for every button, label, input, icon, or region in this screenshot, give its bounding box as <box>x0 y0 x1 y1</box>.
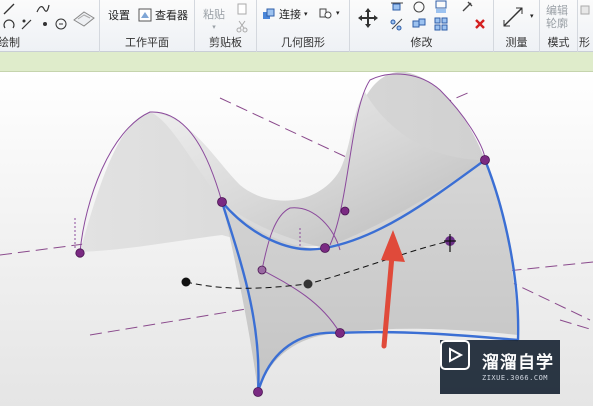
join-label: 连接 <box>279 8 301 21</box>
watermark-subtitle: ZIXUE.3066.COM <box>482 374 549 382</box>
draw-more-icon[interactable] <box>54 17 68 31</box>
edit-profile-button[interactable]: 编辑 轮廓 <box>546 4 568 30</box>
draw-point-icon[interactable] <box>20 17 34 31</box>
join-icon <box>262 7 276 21</box>
vertex-point <box>75 248 85 258</box>
workplane-icon[interactable] <box>72 6 96 30</box>
vertex-point <box>217 197 227 207</box>
cut-icon[interactable] <box>235 19 249 33</box>
paste-label: 粘贴 <box>203 8 225 21</box>
copy-icon[interactable] <box>235 3 249 17</box>
panel-extra: 形 <box>578 0 593 52</box>
panel-label-draw: 绘制 <box>0 36 20 49</box>
rotate-icon[interactable] <box>412 0 426 14</box>
panel-measure: ▾ 测量 <box>494 0 540 52</box>
watermark: 溜溜自学 ZIXUE.3066.COM <box>440 340 560 394</box>
measure-dropdown-icon[interactable]: ▾ <box>530 12 534 20</box>
vertex-point <box>480 155 490 165</box>
watermark-logo-icon <box>440 340 476 382</box>
panel-label-extra: 形 <box>579 36 590 49</box>
edit-profile-line2: 轮廓 <box>546 17 568 30</box>
draw-spline-icon[interactable] <box>36 2 50 16</box>
join-button[interactable]: 连接 ▾ <box>262 6 308 22</box>
vertex-point <box>257 265 267 275</box>
3d-viewport[interactable]: 溜溜自学 ZIXUE.3066.COM <box>0 72 593 406</box>
panel-workplane: 设置 查看器 工作平面 <box>100 0 195 52</box>
panel-draw: 绘制 <box>0 0 100 52</box>
vertex-point <box>253 387 263 397</box>
panel-modify: 修改 <box>350 0 494 52</box>
panel-geometry: 连接 ▾ ▾ 几何图形 <box>257 0 350 52</box>
ref-line-7 <box>559 319 593 331</box>
join-dropdown-icon: ▾ <box>304 10 308 18</box>
geometry-more-dropdown-icon: ▾ <box>336 9 340 17</box>
panel-label-mode: 模式 <box>547 36 570 49</box>
panel-label-geometry: 几何图形 <box>281 36 325 49</box>
panel-label-clipboard: 剪贴板 <box>209 36 242 49</box>
draw-line-icon[interactable] <box>2 2 16 16</box>
paste-button[interactable]: 粘贴 ▾ <box>203 6 225 31</box>
move-icon[interactable] <box>356 6 380 30</box>
mirror-icon[interactable] <box>434 0 448 14</box>
path-point-start[interactable] <box>181 277 191 287</box>
measure-icon[interactable] <box>500 4 526 30</box>
vertex-point <box>335 328 345 338</box>
edit-profile-line1: 编辑 <box>546 4 568 17</box>
pin-icon[interactable] <box>460 0 474 14</box>
set-workplane-label: 设置 <box>108 9 130 22</box>
extra-tool-icon[interactable] <box>580 4 593 18</box>
draw-arc-icon[interactable] <box>2 17 16 31</box>
offset-icon[interactable] <box>390 17 404 31</box>
panel-label-modify: 修改 <box>410 36 433 49</box>
viewer-button[interactable]: 查看器 <box>138 7 188 23</box>
align-icon[interactable] <box>390 0 404 14</box>
geometry-more-button[interactable]: ▾ <box>319 6 340 20</box>
array-icon[interactable] <box>434 17 448 31</box>
path-point-mid[interactable] <box>303 279 313 289</box>
options-bar <box>0 52 593 72</box>
ribbon: 绘制 设置 查看器 工作平面 粘贴 ▾ 剪贴板 连接 ▾ ▾ 几何图形 修改 ▾… <box>0 0 593 52</box>
copy-element-icon[interactable] <box>412 17 426 31</box>
panel-label-measure: 测量 <box>505 36 528 49</box>
vertex-point <box>340 206 350 216</box>
watermark-title: 溜溜自学 <box>482 353 554 373</box>
set-workplane-button[interactable]: 设置 <box>108 7 130 23</box>
viewer-icon <box>138 8 152 22</box>
panel-clipboard: 粘贴 ▾ 剪贴板 <box>195 0 257 52</box>
panel-label-workplane: 工作平面 <box>125 36 169 49</box>
watermark-text: 溜溜自学 ZIXUE.3066.COM <box>482 352 554 382</box>
panel-mode: 编辑 轮廓 模式 <box>540 0 578 52</box>
cut-geometry-icon <box>319 6 333 20</box>
paste-dropdown-icon: ▾ <box>212 23 216 31</box>
draw-dot-icon[interactable] <box>38 17 52 31</box>
viewer-label: 查看器 <box>155 9 188 22</box>
vertex-point <box>320 243 330 253</box>
delete-icon[interactable] <box>473 17 487 31</box>
